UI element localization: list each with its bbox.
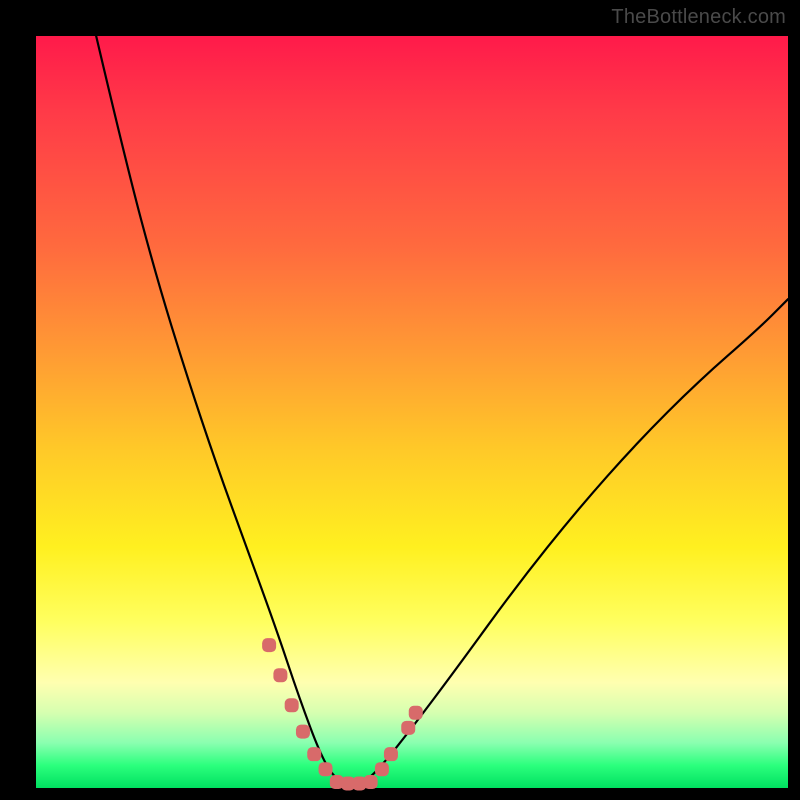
left-cluster-marker: [285, 698, 299, 712]
left-cluster-marker: [319, 762, 333, 776]
trough-cluster-marker: [364, 775, 378, 789]
left-cluster-marker: [307, 747, 321, 761]
left-cluster-marker: [296, 725, 310, 739]
left-cluster-marker: [262, 638, 276, 652]
right-cluster-marker: [384, 747, 398, 761]
bottleneck-curve: [96, 36, 788, 786]
right-cluster-marker: [409, 706, 423, 720]
right-cluster-marker: [375, 762, 389, 776]
watermark-text: TheBottleneck.com: [611, 6, 786, 29]
right-cluster-marker: [401, 721, 415, 735]
chart-frame: TheBottleneck.com: [0, 0, 800, 800]
left-cluster-marker: [273, 668, 287, 682]
curve-layer: [96, 36, 788, 786]
chart-svg: [36, 36, 788, 788]
plot-area: [36, 36, 788, 788]
